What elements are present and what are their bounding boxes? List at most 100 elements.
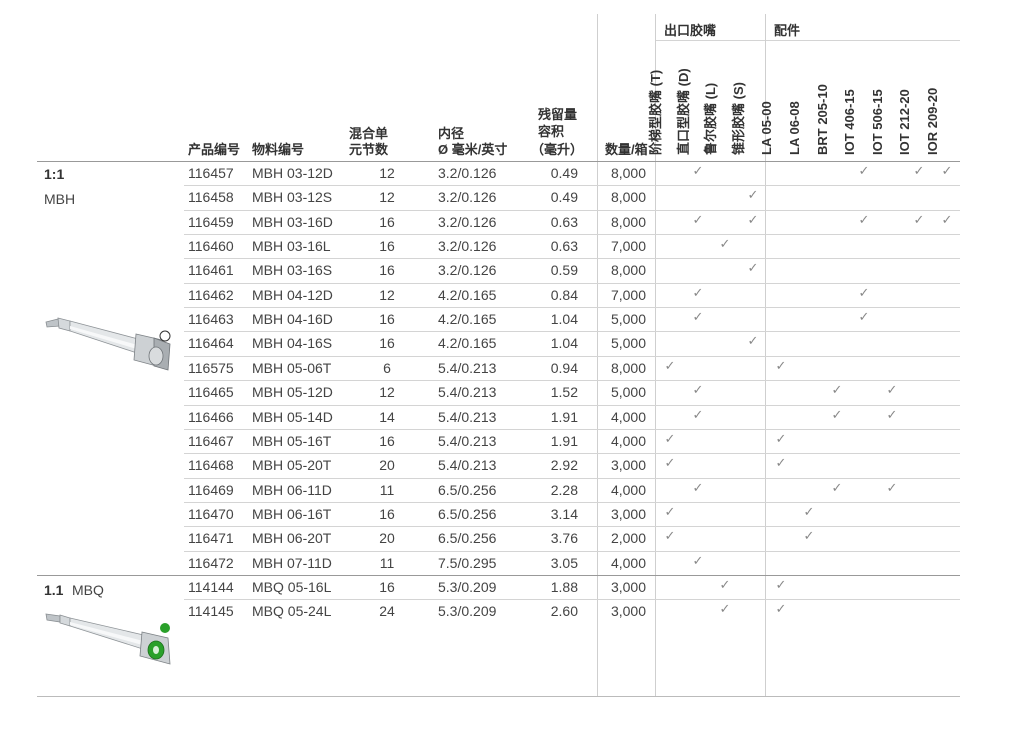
cell-elements: 16	[379, 335, 395, 352]
cell-bore: 6.5/0.256	[438, 505, 497, 522]
cell-material-no: MBH 05-16T	[252, 432, 332, 449]
cell-product-no: 116467	[188, 432, 234, 449]
check-icon: ✓	[886, 382, 898, 398]
check-icon: ✓	[692, 406, 704, 422]
cell-material-no: MBH 04-12D	[252, 286, 333, 303]
cell-bore: 4.2/0.165	[438, 286, 497, 303]
cell-material-no: MBH 04-16D	[252, 311, 333, 328]
header-accessory-col-6-label: IOR 209-20	[925, 87, 940, 155]
cell-elements: 11	[379, 481, 395, 498]
header-qty: 数量/箱	[605, 142, 648, 157]
group-mbh-name: MBH	[44, 191, 76, 207]
header-accessory-col-2-label: BRT 205-10	[815, 84, 830, 155]
cell-elements: 16	[379, 262, 395, 279]
check-icon: ✓	[664, 455, 676, 471]
check-icon: ✓	[913, 163, 925, 178]
check-icon: ✓	[858, 284, 870, 300]
cell-hold-up: 1.52	[550, 384, 578, 401]
cell-material-no: MBH 03-12D	[252, 165, 333, 181]
header-accessory-group: 配件	[774, 23, 801, 38]
check-icon: ✓	[775, 430, 787, 446]
cell-material-no: MBQ 05-16L	[252, 578, 332, 595]
cell-product-no: 114144	[188, 578, 234, 595]
check-icon: ✓	[719, 576, 731, 592]
cell-hold-up: 0.63	[550, 238, 578, 255]
cell-qty: 4,000	[610, 432, 646, 449]
cell-material-no: MBH 03-16D	[252, 213, 333, 230]
check-icon: ✓	[941, 163, 953, 178]
cell-material-no: MBH 03-12S	[252, 189, 333, 206]
cell-qty: 7,000	[610, 238, 646, 255]
cell-material-no: MBH 03-16L	[252, 238, 331, 255]
cell-elements: 12	[379, 189, 395, 206]
check-icon: ✓	[692, 163, 704, 178]
cell-hold-up: 1.91	[550, 432, 578, 449]
divider-qty	[597, 14, 598, 696]
check-icon: ✓	[692, 309, 704, 325]
accessory-group-underline	[766, 40, 960, 41]
cell-hold-up: 1.04	[550, 311, 578, 328]
header-outlet-col-0-label: 阶梯型胶嘴 (T)	[648, 69, 663, 155]
group-mbq-name: MBQ	[72, 582, 104, 598]
cell-qty: 8,000	[610, 262, 646, 279]
group-mbh-ratio: 1:1	[44, 166, 65, 182]
header-accessory-col-1-label: LA 06-08	[787, 101, 802, 155]
check-icon: ✓	[775, 601, 787, 617]
mixer-nozzle-mbh-image	[45, 317, 171, 371]
header-outlet-group: 出口胶嘴	[664, 23, 717, 38]
cell-qty: 4,000	[610, 554, 646, 571]
check-icon: ✓	[803, 528, 815, 544]
cell-bore: 7.5/0.295	[438, 554, 497, 571]
cell-hold-up: 0.84	[550, 286, 578, 303]
cell-product-no: 116575	[188, 359, 234, 376]
cell-qty: 4,000	[610, 481, 646, 498]
header-elements-2: 元节数	[349, 142, 389, 157]
cell-qty: 3,000	[610, 457, 646, 474]
cell-elements: 12	[379, 384, 395, 401]
cell-qty: 5,000	[610, 384, 646, 401]
cell-bore: 6.5/0.256	[438, 481, 497, 498]
check-icon: ✓	[886, 479, 898, 495]
cell-material-no: MBH 04-16S	[252, 335, 333, 352]
cell-elements: 14	[379, 408, 395, 425]
check-icon: ✓	[692, 479, 704, 495]
cell-hold-up: 3.05	[550, 554, 578, 571]
check-icon: ✓	[747, 187, 759, 203]
cell-elements: 16	[379, 213, 395, 230]
cell-material-no: MBH 05-12D	[252, 384, 333, 401]
cell-elements: 16	[379, 432, 395, 449]
cell-hold-up: 1.91	[550, 408, 578, 425]
cell-qty: 3,000	[610, 603, 646, 620]
cell-product-no: 116469	[188, 481, 234, 498]
cell-qty: 3,000	[610, 505, 646, 522]
cell-product-no: 116470	[188, 505, 234, 522]
cell-elements: 12	[379, 286, 395, 303]
check-icon: ✓	[692, 552, 704, 568]
cell-bore: 3.2/0.126	[438, 189, 497, 206]
cell-bore: 5.4/0.213	[438, 384, 497, 401]
cell-material-no: MBH 05-06T	[252, 359, 332, 376]
check-icon: ✓	[747, 260, 759, 276]
cell-qty: 8,000	[610, 165, 646, 181]
cell-product-no: 116472	[188, 554, 234, 571]
cell-elements: 6	[383, 359, 391, 376]
check-icon: ✓	[803, 503, 815, 519]
cell-bore: 5.4/0.213	[438, 359, 497, 376]
header-hold-3: （毫升）	[531, 142, 584, 157]
cell-elements: 24	[379, 603, 395, 620]
header-hold-1: 残留量	[538, 107, 578, 122]
check-icon: ✓	[664, 528, 676, 544]
cell-material-no: MBH 06-11D	[252, 481, 332, 498]
cell-qty: 7,000	[610, 286, 646, 303]
check-icon: ✓	[692, 382, 704, 398]
cell-hold-up: 2.92	[550, 457, 578, 474]
cell-elements: 20	[379, 457, 395, 474]
cell-material-no: MBH 05-20T	[252, 457, 332, 474]
header-accessory-col-4-label: IOT 506-15	[870, 89, 885, 155]
check-icon: ✓	[775, 576, 787, 592]
check-icon: ✓	[719, 236, 731, 252]
cell-qty: 5,000	[610, 335, 646, 352]
cell-hold-up: 2.28	[550, 481, 578, 498]
cell-hold-up: 0.94	[550, 359, 578, 376]
cell-qty: 8,000	[610, 213, 646, 230]
